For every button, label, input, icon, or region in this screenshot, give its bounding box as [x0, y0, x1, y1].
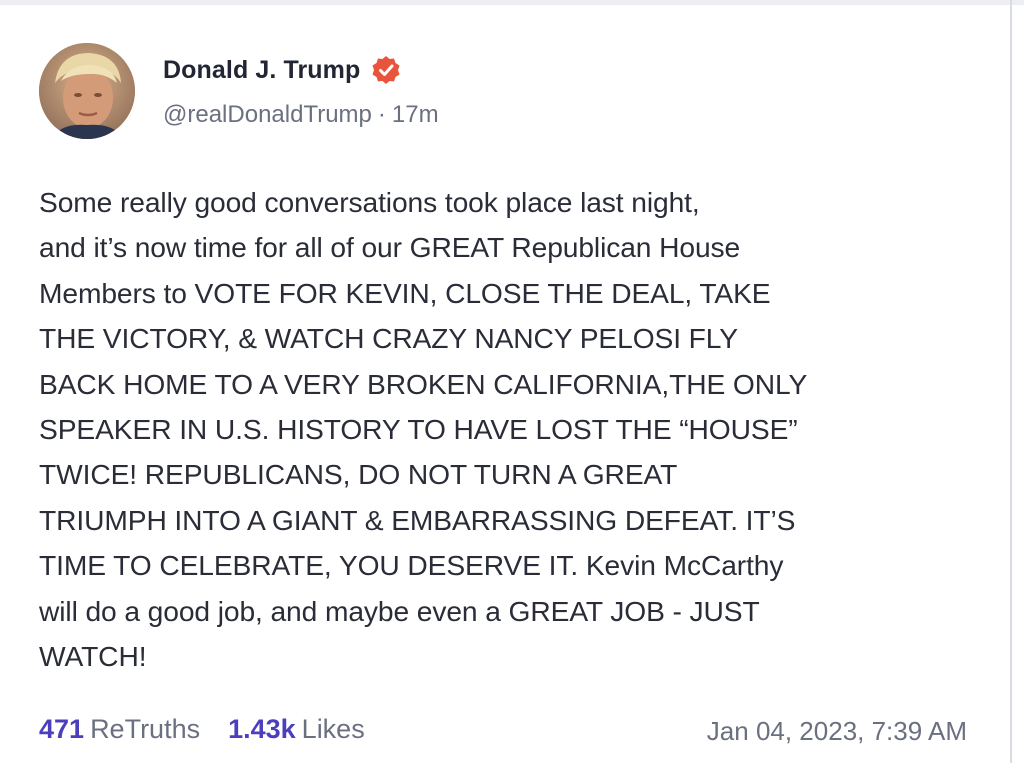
post-stats: 471 ReTruths 1.43k Likes [39, 714, 365, 745]
post-body: Some really good conversations took plac… [39, 186, 808, 673]
author-handle[interactable]: @realDonaldTrump [163, 101, 372, 128]
author-name-row: Donald J. Trump [163, 50, 402, 90]
author-display-name[interactable]: Donald J. Trump [163, 56, 360, 85]
likes-label: Likes [301, 714, 365, 744]
meta-separator: · [377, 101, 386, 128]
card-right-border [1010, 0, 1012, 763]
retruths-stat[interactable]: 471 ReTruths [39, 714, 200, 745]
likes-stat[interactable]: 1.43k Likes [228, 714, 365, 745]
relative-time[interactable]: 17m [392, 101, 439, 128]
verified-badge-icon [370, 54, 402, 86]
likes-count: 1.43k [228, 714, 296, 744]
avatar[interactable] [39, 43, 135, 139]
avatar-photo [39, 43, 135, 139]
retruths-label: ReTruths [90, 714, 201, 744]
author-meta: @realDonaldTrump · 17m [163, 101, 439, 129]
retruths-count: 471 [39, 714, 85, 744]
post-timestamp[interactable]: Jan 04, 2023, 7:39 AM [707, 716, 967, 747]
